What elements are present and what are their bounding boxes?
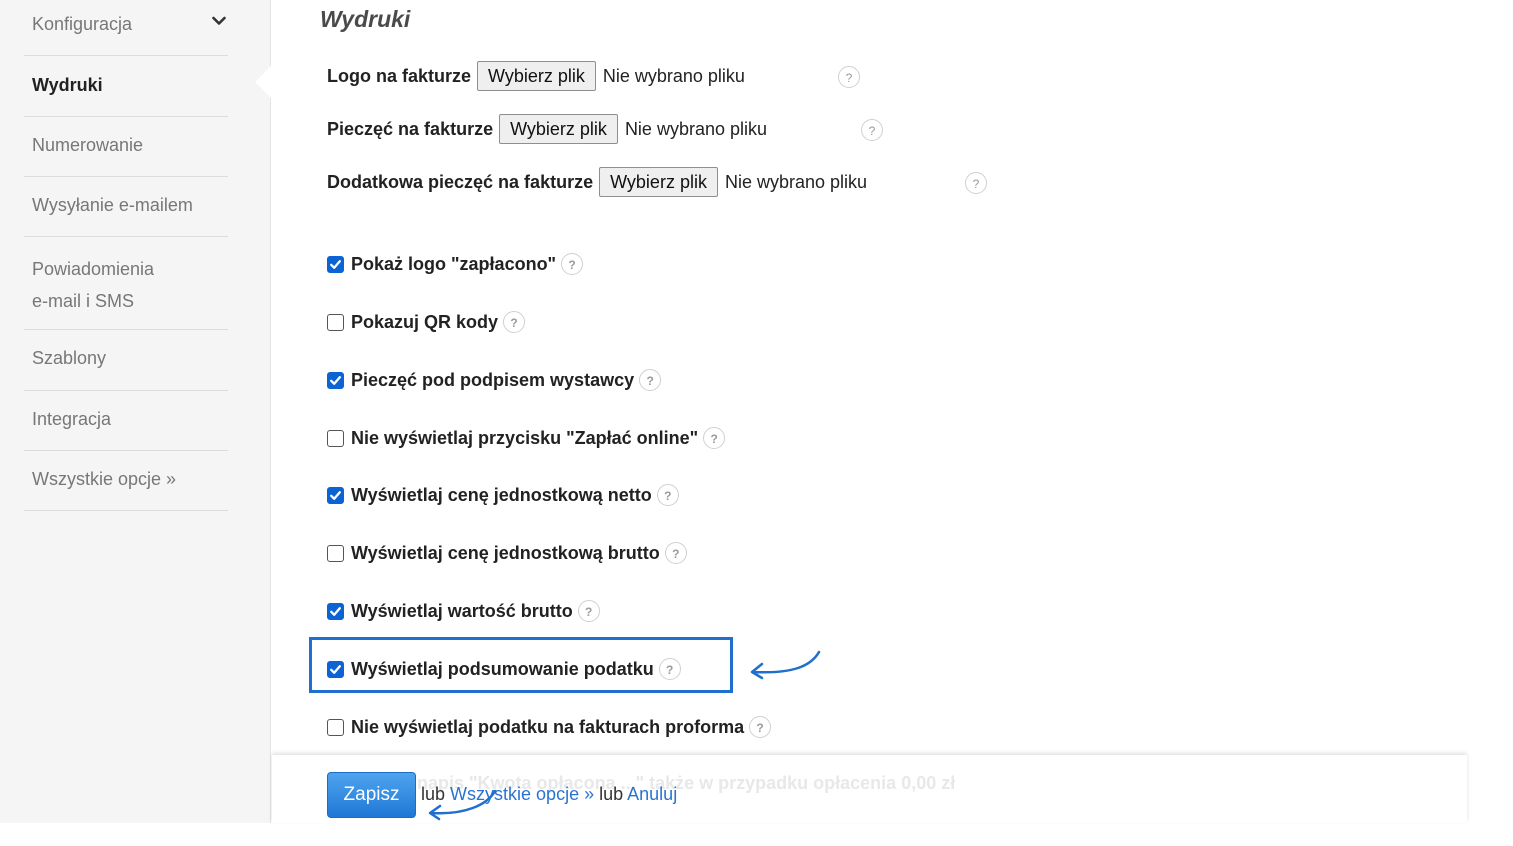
choose-file-button[interactable]: Wybierz plik bbox=[599, 167, 718, 197]
help-icon[interactable]: ? bbox=[658, 658, 681, 680]
choose-file-button[interactable]: Wybierz plik bbox=[477, 61, 596, 91]
help-icon[interactable]: ? bbox=[664, 542, 687, 564]
annotation-arrow-icon bbox=[428, 789, 497, 821]
help-icon[interactable]: ? bbox=[561, 253, 584, 275]
checkbox[interactable] bbox=[327, 660, 344, 678]
checkbox[interactable] bbox=[327, 602, 344, 620]
file-field-stamp: Pieczęć na fakturze Wybierz plik Nie wyb… bbox=[327, 112, 767, 146]
sidebar: Konfiguracja Wydruki Numerowanie Wysyłan… bbox=[0, 0, 271, 823]
file-status: Nie wybrano pliku bbox=[724, 171, 868, 192]
field-label: Logo na fakturze bbox=[327, 65, 472, 86]
sidebar-item-label: Integracja bbox=[32, 409, 112, 429]
sidebar-item-szablony[interactable]: Szablony bbox=[24, 330, 228, 391]
page-title: Wydruki bbox=[320, 6, 411, 32]
help-icon[interactable]: ? bbox=[861, 119, 883, 141]
option-hide-tax-proforma: Nie wyświetlaj podatku na fakturach prof… bbox=[327, 713, 772, 741]
option-tax-summary: Wyświetlaj podsumowanie podatku ? bbox=[327, 655, 681, 683]
option-show-paid-logo: Pokaż logo "zapłacono" ? bbox=[327, 250, 584, 278]
sidebar-item-konfiguracja[interactable]: Konfiguracja bbox=[24, 0, 228, 56]
checkbox[interactable] bbox=[327, 486, 344, 504]
file-field-extra-stamp: Dodatkowa pieczęć na fakturze Wybierz pl… bbox=[327, 165, 867, 199]
field-label: Dodatkowa pieczęć na fakturze bbox=[327, 171, 594, 192]
option-show-qr-codes: Pokazuj QR kody ? bbox=[327, 308, 526, 336]
sidebar-item-numerowanie[interactable]: Numerowanie bbox=[24, 117, 228, 177]
option-gross-value: Wyświetlaj wartość brutto ? bbox=[327, 597, 600, 625]
file-status: Nie wybrano pliku bbox=[602, 65, 745, 86]
choose-file-button[interactable]: Wybierz plik bbox=[499, 114, 618, 144]
option-unit-price-net: Wyświetlaj cenę jednostkową netto ? bbox=[327, 481, 679, 509]
cancel-link[interactable]: Anuluj bbox=[627, 784, 677, 804]
option-unit-price-gross: Wyświetlaj cenę jednostkową brutto ? bbox=[327, 539, 687, 567]
checkbox-label: Pokaż logo "zapłacono" bbox=[351, 253, 557, 274]
checkbox[interactable] bbox=[327, 718, 344, 736]
sidebar-item-label: Numerowanie bbox=[32, 135, 144, 155]
checkbox-label: Nie wyświetlaj podatku na fakturach prof… bbox=[351, 716, 745, 737]
option-stamp-under-signature: Pieczęć pod podpisem wystawcy ? bbox=[327, 366, 662, 394]
checkbox-label: Nie wyświetlaj przycisku "Zapłać online" bbox=[351, 427, 699, 448]
separator-text: lub bbox=[599, 784, 624, 804]
checkbox-label: Pieczęć pod podpisem wystawcy bbox=[351, 369, 635, 390]
sidebar-item-wydruki[interactable]: Wydruki bbox=[24, 56, 228, 117]
save-button[interactable]: Zapisz bbox=[327, 772, 416, 818]
help-icon[interactable]: ? bbox=[838, 66, 860, 88]
help-icon[interactable]: ? bbox=[577, 600, 600, 622]
sidebar-item-wysylanie[interactable]: Wysyłanie e-mailem bbox=[24, 177, 228, 237]
checkbox-label: Wyświetlaj wartość brutto bbox=[351, 600, 573, 621]
checkbox-label: Wyświetlaj cenę jednostkową brutto bbox=[351, 542, 660, 563]
sidebar-item-wszystkie-opcje[interactable]: Wszystkie opcje » bbox=[24, 451, 228, 511]
help-icon[interactable]: ? bbox=[749, 716, 772, 738]
sidebar-item-label: Wszystkie opcje » bbox=[32, 469, 177, 489]
sidebar-item-label: Szablony bbox=[32, 348, 107, 368]
help-icon[interactable]: ? bbox=[639, 369, 662, 391]
checkbox[interactable] bbox=[327, 255, 344, 273]
help-icon[interactable]: ? bbox=[656, 484, 679, 506]
file-status: Nie wybrano pliku bbox=[624, 118, 768, 139]
sidebar-item-label: Konfiguracja bbox=[32, 14, 133, 34]
sidebar-item-label: Powiadomienia bbox=[32, 259, 155, 279]
checkbox[interactable] bbox=[327, 313, 344, 331]
option-hide-pay-online: Nie wyświetlaj przycisku "Zapłać online"… bbox=[327, 424, 726, 452]
sidebar-item-label: Wysyłanie e-mailem bbox=[32, 195, 193, 215]
checkbox-label: Wyświetlaj cenę jednostkową netto bbox=[351, 484, 652, 505]
field-label: Pieczęć na fakturze bbox=[327, 118, 494, 139]
checkbox-label: Pokazuj QR kody bbox=[351, 311, 499, 332]
sidebar-item-label: Wydruki bbox=[32, 75, 103, 95]
checkbox[interactable] bbox=[327, 544, 344, 562]
checkbox[interactable] bbox=[327, 371, 344, 389]
checkbox-label: Wyświetlaj podsumowanie podatku bbox=[351, 658, 654, 679]
sidebar-item-powiadomienia[interactable]: Powiadomienia e-mail i SMS bbox=[24, 237, 228, 330]
file-field-logo: Logo na fakturze Wybierz plik Nie wybran… bbox=[327, 59, 745, 93]
help-icon[interactable]: ? bbox=[965, 172, 987, 194]
help-icon[interactable]: ? bbox=[703, 427, 726, 449]
annotation-arrow-icon bbox=[750, 650, 821, 680]
sidebar-item-integracja[interactable]: Integracja bbox=[24, 391, 228, 451]
help-icon[interactable]: ? bbox=[503, 311, 526, 333]
sidebar-item-label: e-mail i SMS bbox=[32, 291, 135, 311]
checkbox[interactable] bbox=[327, 429, 344, 447]
chevron-down-icon[interactable] bbox=[212, 16, 226, 26]
active-indicator bbox=[255, 66, 271, 98]
